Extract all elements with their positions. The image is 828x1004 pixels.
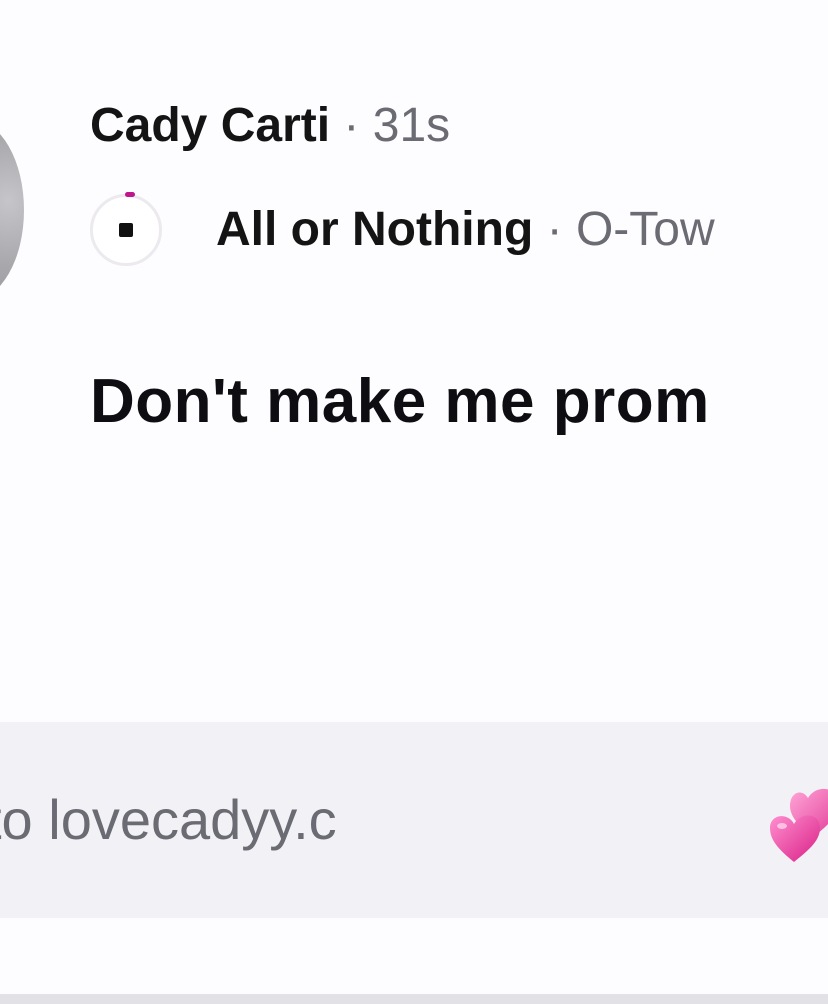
music-attachment[interactable]: All or Nothing · O-Tow <box>90 192 828 270</box>
time-separator: · <box>343 99 360 152</box>
link-bar[interactable]: to lovecadyy.c <box>0 722 828 918</box>
avatar[interactable] <box>0 120 24 300</box>
link-text[interactable]: to lovecadyy.c <box>0 788 337 852</box>
post-header: Cady Carti · 31s <box>90 96 450 156</box>
song-artist: O-Tow <box>575 203 715 256</box>
post-card: Cady Carti · 31s All or Nothing · O-Tow … <box>0 0 828 1004</box>
timestamp: 31s <box>372 99 451 152</box>
music-progress-indicator <box>125 192 135 197</box>
username[interactable]: Cady Carti <box>90 99 330 152</box>
music-play-button[interactable] <box>90 192 162 266</box>
post-text: Don't make me prom <box>90 367 710 436</box>
music-info: All or Nothing · O-Tow <box>216 200 715 260</box>
music-separator: · <box>546 203 563 256</box>
song-title: All or Nothing <box>216 203 534 256</box>
two-hearts-icon <box>770 789 828 862</box>
stop-icon <box>119 223 133 237</box>
bottom-divider <box>0 994 828 1004</box>
